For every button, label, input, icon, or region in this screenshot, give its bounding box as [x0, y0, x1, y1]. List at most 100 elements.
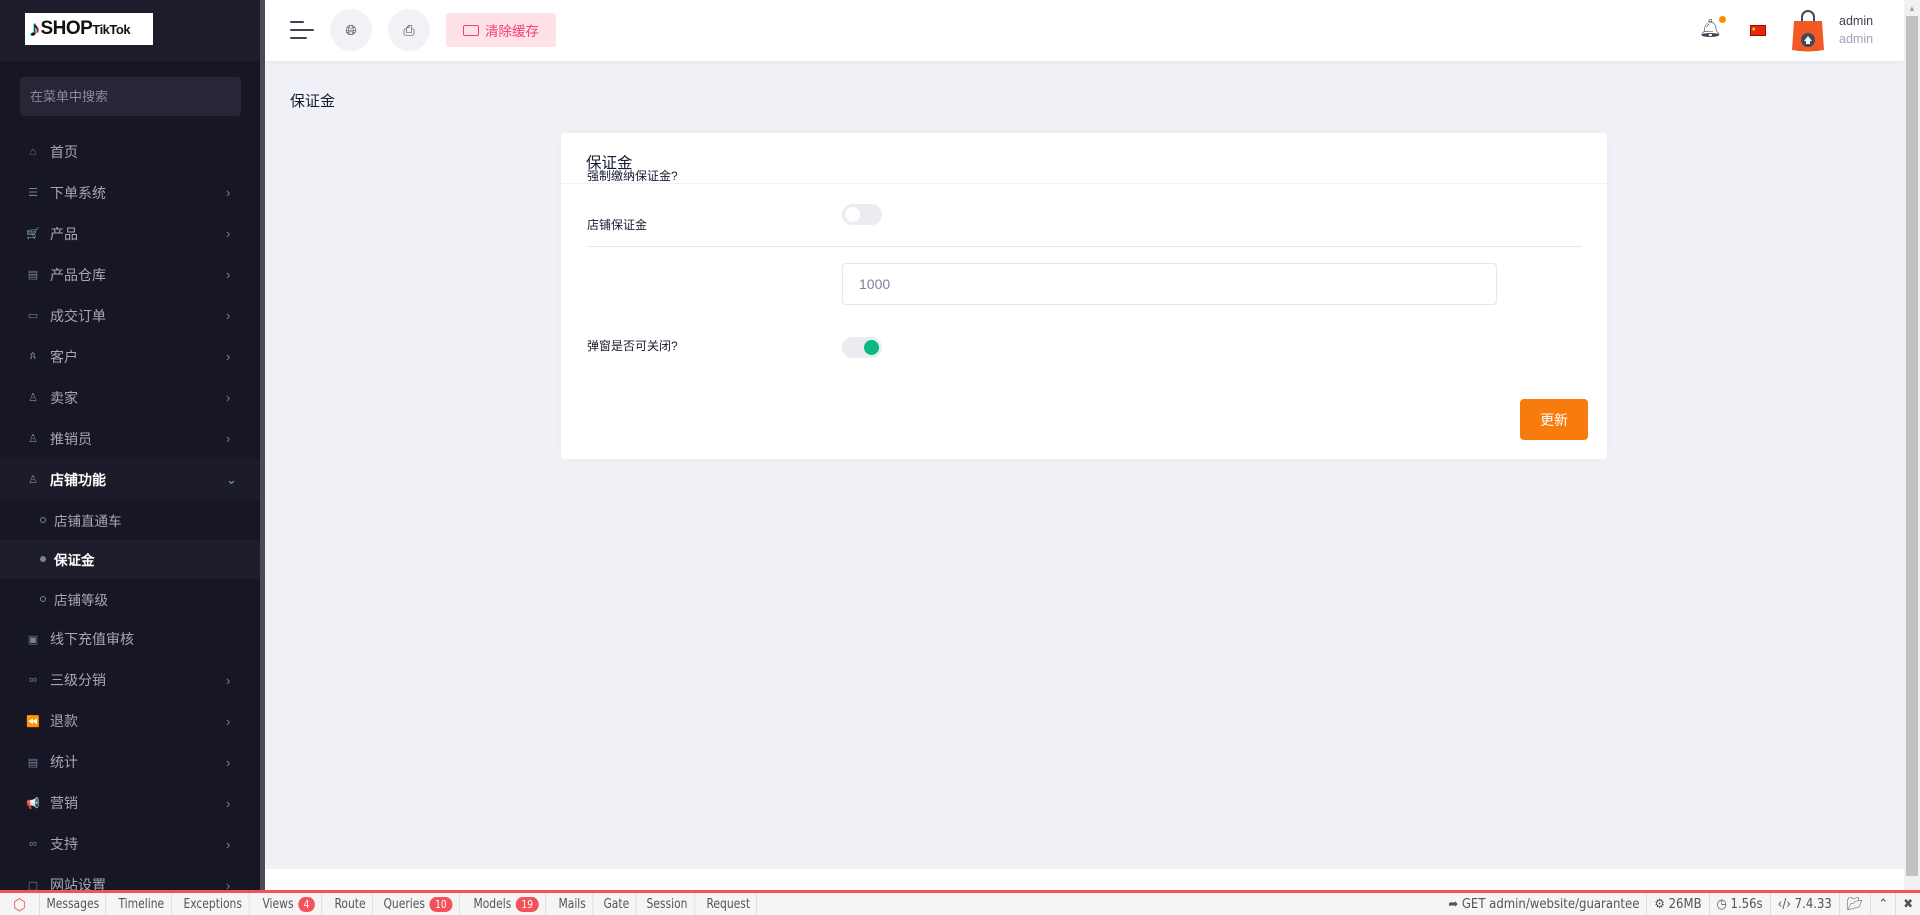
php-info: ‹/› 7.4.33: [1771, 893, 1840, 915]
debug-tab-label: Request: [706, 896, 750, 912]
sidebar-item-label: 下单系统: [50, 184, 106, 201]
language-flag-cn[interactable]: ★: [1750, 25, 1766, 36]
user-icon: ♙: [28, 392, 38, 404]
debug-tab[interactable]: Views 4: [256, 893, 323, 915]
sidebar-item[interactable]: ∞ 支持 ›: [0, 824, 260, 865]
avatar[interactable]: [1791, 10, 1825, 52]
debug-tab-count: 19: [515, 896, 539, 912]
sidebar-item-label: 线下充值审核: [50, 631, 134, 647]
sidebar-item[interactable]: 🛒 产品 ›: [0, 213, 260, 254]
link-icon: ∞: [29, 838, 37, 850]
toggle-knob: [864, 340, 879, 355]
debug-tab[interactable]: Exceptions: [177, 893, 250, 915]
page-title: 保证金: [290, 93, 336, 110]
popup-closable-label: 弹窗是否可关闭?: [587, 339, 678, 353]
sidebar-item[interactable]: ▤ 产品仓库 ›: [0, 254, 260, 295]
cash-icon: ▣: [27, 633, 39, 646]
card-title: 保证金: [561, 133, 1607, 184]
scrollbar-thumb[interactable]: [1906, 16, 1918, 876]
debug-tab[interactable]: Timeline: [112, 893, 172, 915]
sidebar-item[interactable]: 📢 营销 ›: [0, 783, 260, 824]
force-deposit-toggle[interactable]: [842, 204, 882, 225]
debug-tab-label: Gate: [603, 896, 630, 912]
inbox-icon: [463, 24, 479, 36]
menu-toggle-icon[interactable]: [290, 21, 314, 45]
open-folder-icon[interactable]: 📂︎: [1840, 893, 1872, 915]
print-button[interactable]: ⎙: [388, 9, 430, 51]
cogs-icon: ⚙: [1654, 896, 1669, 912]
sidebar-item[interactable]: ☰ 下单系统 ›: [0, 172, 260, 213]
close-icon[interactable]: ✖: [1896, 893, 1920, 915]
chevron-right-icon: ›: [226, 836, 231, 852]
chevron-up-icon[interactable]: ⌃: [1871, 893, 1897, 915]
sidebar-subitem[interactable]: 店铺直通车: [0, 500, 260, 540]
deposit-settings-card: 保证金 强制缴纳保证金? 店铺保证金 弹窗是否可关闭? 更新: [561, 133, 1607, 459]
sidebar-item[interactable]: ⏪ 退款 ›: [0, 701, 260, 742]
sidebar-item[interactable]: ▤ 统计 ›: [0, 742, 260, 783]
redirect-icon: ➦: [1448, 896, 1462, 912]
clear-cache-label: 清除缓存: [485, 24, 539, 39]
debug-tab-label: Route: [334, 896, 366, 912]
time-text: 1.56s: [1730, 896, 1763, 912]
shop-deposit-input[interactable]: [842, 263, 1497, 305]
chevron-right-icon: ›: [226, 185, 231, 200]
bullet-icon: [40, 556, 46, 563]
sidebar-item-label: 退款: [50, 713, 78, 729]
chevron-right-icon: ›: [226, 267, 231, 282]
time-info: ◷ 1.56s: [1710, 893, 1771, 915]
notification-button[interactable]: 🔔︎: [1699, 16, 1726, 39]
sidebar-item[interactable]: ጰ 客户 ›: [0, 336, 260, 377]
debug-tab[interactable]: Gate: [597, 893, 637, 915]
sidebar-item[interactable]: ⌂ 首页: [0, 131, 260, 172]
debug-tab-count: 4: [297, 896, 315, 912]
chevron-right-icon: ›: [226, 672, 231, 688]
debug-tab[interactable]: Session: [640, 893, 696, 915]
debug-tab[interactable]: Route: [328, 893, 373, 915]
debug-tab-label: Views: [262, 896, 294, 912]
sidebar-item[interactable]: ∞ 三级分销 ›: [0, 660, 260, 701]
globe-icon: 🌐︎: [345, 21, 357, 38]
globe-button[interactable]: 🌐︎: [330, 9, 372, 51]
sidebar-item[interactable]: ▭ 成交订单 ›: [0, 295, 260, 336]
sidebar-item-label: 卖家: [50, 389, 78, 406]
user-name[interactable]: admin: [1839, 14, 1873, 28]
sidebar-item[interactable]: ▢ 网站设置 ›: [0, 865, 260, 893]
user-icon: ♙: [28, 433, 38, 445]
debug-bar: ⬡ Messages Timeline Exceptions Views 4 Route Q…: [0, 890, 1920, 915]
menu-search-input[interactable]: [20, 77, 241, 116]
sidebar-item[interactable]: ♙ 推销员 ›: [0, 418, 260, 459]
home-icon: ⌂: [29, 145, 37, 158]
debug-tab[interactable]: Mails: [552, 893, 594, 915]
debug-tab-label: Messages: [46, 896, 100, 912]
popup-closable-toggle[interactable]: [842, 337, 882, 358]
sidebar-scrollbar[interactable]: [260, 0, 265, 893]
request-info: ➦ GET admin/website/guarantee: [1441, 893, 1648, 915]
page-scrollbar[interactable]: ▲: [1904, 0, 1920, 893]
sidebar-subitem[interactable]: 保证金: [0, 539, 260, 579]
update-button[interactable]: 更新: [1520, 399, 1588, 440]
scroll-up-icon[interactable]: ▲: [1908, 4, 1916, 13]
sidebar-menu: ⌂ 首页 ☰ 下单系统 › 🛒 产品 › ▤ 产品仓库 › ▭ 成交订单 › ጰ 客户 › ♙ 卖家 › ♙ 推销员 › ♙ 店…: [0, 131, 260, 893]
sidebar-item-label: 成交订单: [50, 307, 106, 324]
sidebar-subitem-label: 店铺等级: [54, 592, 108, 608]
clear-cache-button[interactable]: 清除缓存: [446, 13, 556, 47]
debug-tab[interactable]: Queries 10: [377, 893, 460, 915]
sidebar-item[interactable]: ▣ 线下充值审核: [0, 619, 260, 660]
chevron-right-icon: ›: [226, 431, 231, 446]
top-header: 🌐︎ ⎙ 清除缓存 🔔︎ ★ admin admin: [265, 0, 1904, 61]
sidebar-item[interactable]: ♙ 卖家 ›: [0, 377, 260, 418]
debug-tab[interactable]: Models 19: [467, 893, 546, 915]
debug-tab-label: Queries: [383, 896, 425, 912]
link-icon: ∞: [29, 674, 37, 686]
sidebar-item-label: 产品: [50, 225, 78, 242]
debug-tab[interactable]: Messages: [40, 893, 107, 915]
chevron-right-icon: ›: [226, 349, 231, 364]
chevron-right-icon: ›: [226, 754, 231, 770]
debug-tab-label: Session: [646, 896, 688, 912]
debug-tab[interactable]: Request: [700, 893, 758, 915]
sidebar-subitem[interactable]: 店铺等级: [0, 579, 260, 619]
laravel-logo-icon[interactable]: ⬡: [0, 893, 40, 915]
sidebar-item-label: 统计: [50, 754, 78, 770]
logo[interactable]: ♪ SHOP TikTok: [25, 13, 153, 45]
sidebar-item[interactable]: ♙ 店铺功能 ⌄: [0, 459, 260, 500]
